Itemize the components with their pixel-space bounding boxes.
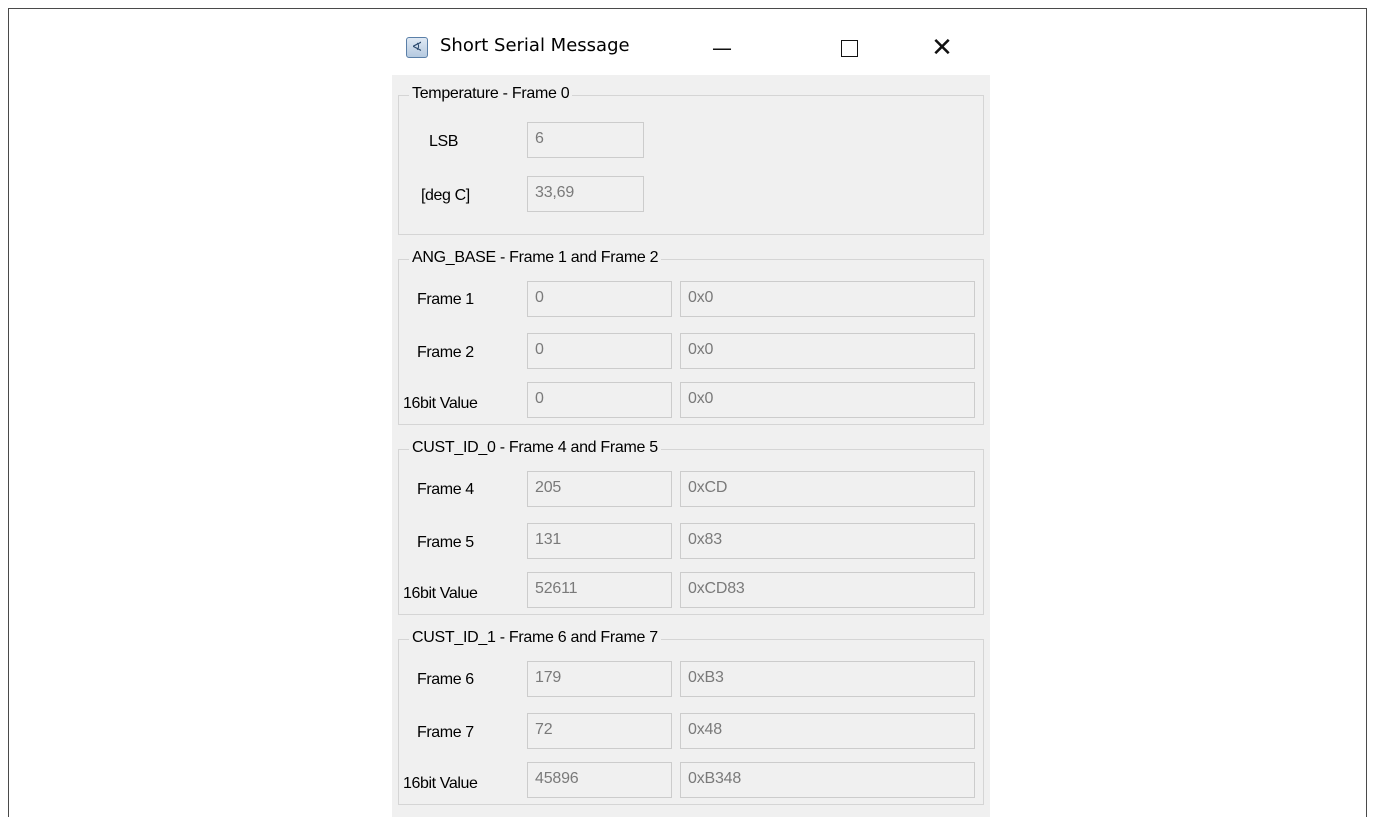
field-label: 16bit Value <box>403 775 478 792</box>
field-label: Frame 7 <box>417 724 474 741</box>
cust-id-0-group: CUST_ID_0 - Frame 4 and Frame 5 Frame 4 … <box>398 439 984 615</box>
frame-1-dec-field[interactable]: 0 <box>527 281 672 317</box>
group-title: ANG_BASE - Frame 1 and Frame 2 <box>409 249 662 267</box>
close-button[interactable]: ✕ <box>919 30 965 66</box>
minimize-button[interactable]: — <box>699 30 745 66</box>
group-title: Temperature - Frame 0 <box>409 85 573 103</box>
cust-id-1-group: CUST_ID_1 - Frame 6 and Frame 7 Frame 6 … <box>398 629 984 805</box>
maximize-icon <box>840 39 858 57</box>
frame-2-hex-field[interactable]: 0x0 <box>680 333 975 369</box>
16bit-dec-field[interactable]: 52611 <box>527 572 672 608</box>
group-title: CUST_ID_0 - Frame 4 and Frame 5 <box>409 439 661 457</box>
close-icon: ✕ <box>931 33 953 63</box>
frame-7-dec-field[interactable]: 72 <box>527 713 672 749</box>
16bit-hex-field[interactable]: 0x0 <box>680 382 975 418</box>
maximize-button[interactable] <box>826 30 872 66</box>
field-label: Frame 4 <box>417 481 474 498</box>
ang-base-group: ANG_BASE - Frame 1 and Frame 2 Frame 1 0… <box>398 249 984 425</box>
frame-2-dec-field[interactable]: 0 <box>527 333 672 369</box>
16bit-dec-field[interactable]: 0 <box>527 382 672 418</box>
field-label: [deg C] <box>421 187 470 204</box>
field-label: Frame 1 <box>417 291 474 308</box>
field-label: Frame 6 <box>417 671 474 688</box>
minimize-icon: — <box>712 36 732 60</box>
lsb-field[interactable]: 6 <box>527 122 644 158</box>
deg-c-field[interactable]: 33,69 <box>527 176 644 212</box>
frame-6-dec-field[interactable]: 179 <box>527 661 672 697</box>
field-label: Frame 5 <box>417 534 474 551</box>
16bit-dec-field[interactable]: 45896 <box>527 762 672 798</box>
field-label: 16bit Value <box>403 395 478 412</box>
frame-1-hex-field[interactable]: 0x0 <box>680 281 975 317</box>
frame-7-hex-field[interactable]: 0x48 <box>680 713 975 749</box>
frame-6-hex-field[interactable]: 0xB3 <box>680 661 975 697</box>
field-label: LSB <box>429 133 459 150</box>
16bit-hex-field[interactable]: 0xB348 <box>680 762 975 798</box>
frame-4-hex-field[interactable]: 0xCD <box>680 471 975 507</box>
title-bar[interactable]: ∢ Short Serial Message — ✕ <box>392 20 990 75</box>
frame-5-hex-field[interactable]: 0x83 <box>680 523 975 559</box>
short-serial-message-window: ∢ Short Serial Message — ✕ Temperature -… <box>392 20 990 817</box>
temperature-group: Temperature - Frame 0 LSB 6 [deg C] 33,6… <box>398 85 984 235</box>
serial-app-icon: ∢ <box>406 37 428 58</box>
field-label: Frame 2 <box>417 344 474 361</box>
window-title: Short Serial Message <box>440 35 630 56</box>
16bit-hex-field[interactable]: 0xCD83 <box>680 572 975 608</box>
frame-5-dec-field[interactable]: 131 <box>527 523 672 559</box>
group-title: CUST_ID_1 - Frame 6 and Frame 7 <box>409 629 661 647</box>
frame-4-dec-field[interactable]: 205 <box>527 471 672 507</box>
field-label: 16bit Value <box>403 585 478 602</box>
